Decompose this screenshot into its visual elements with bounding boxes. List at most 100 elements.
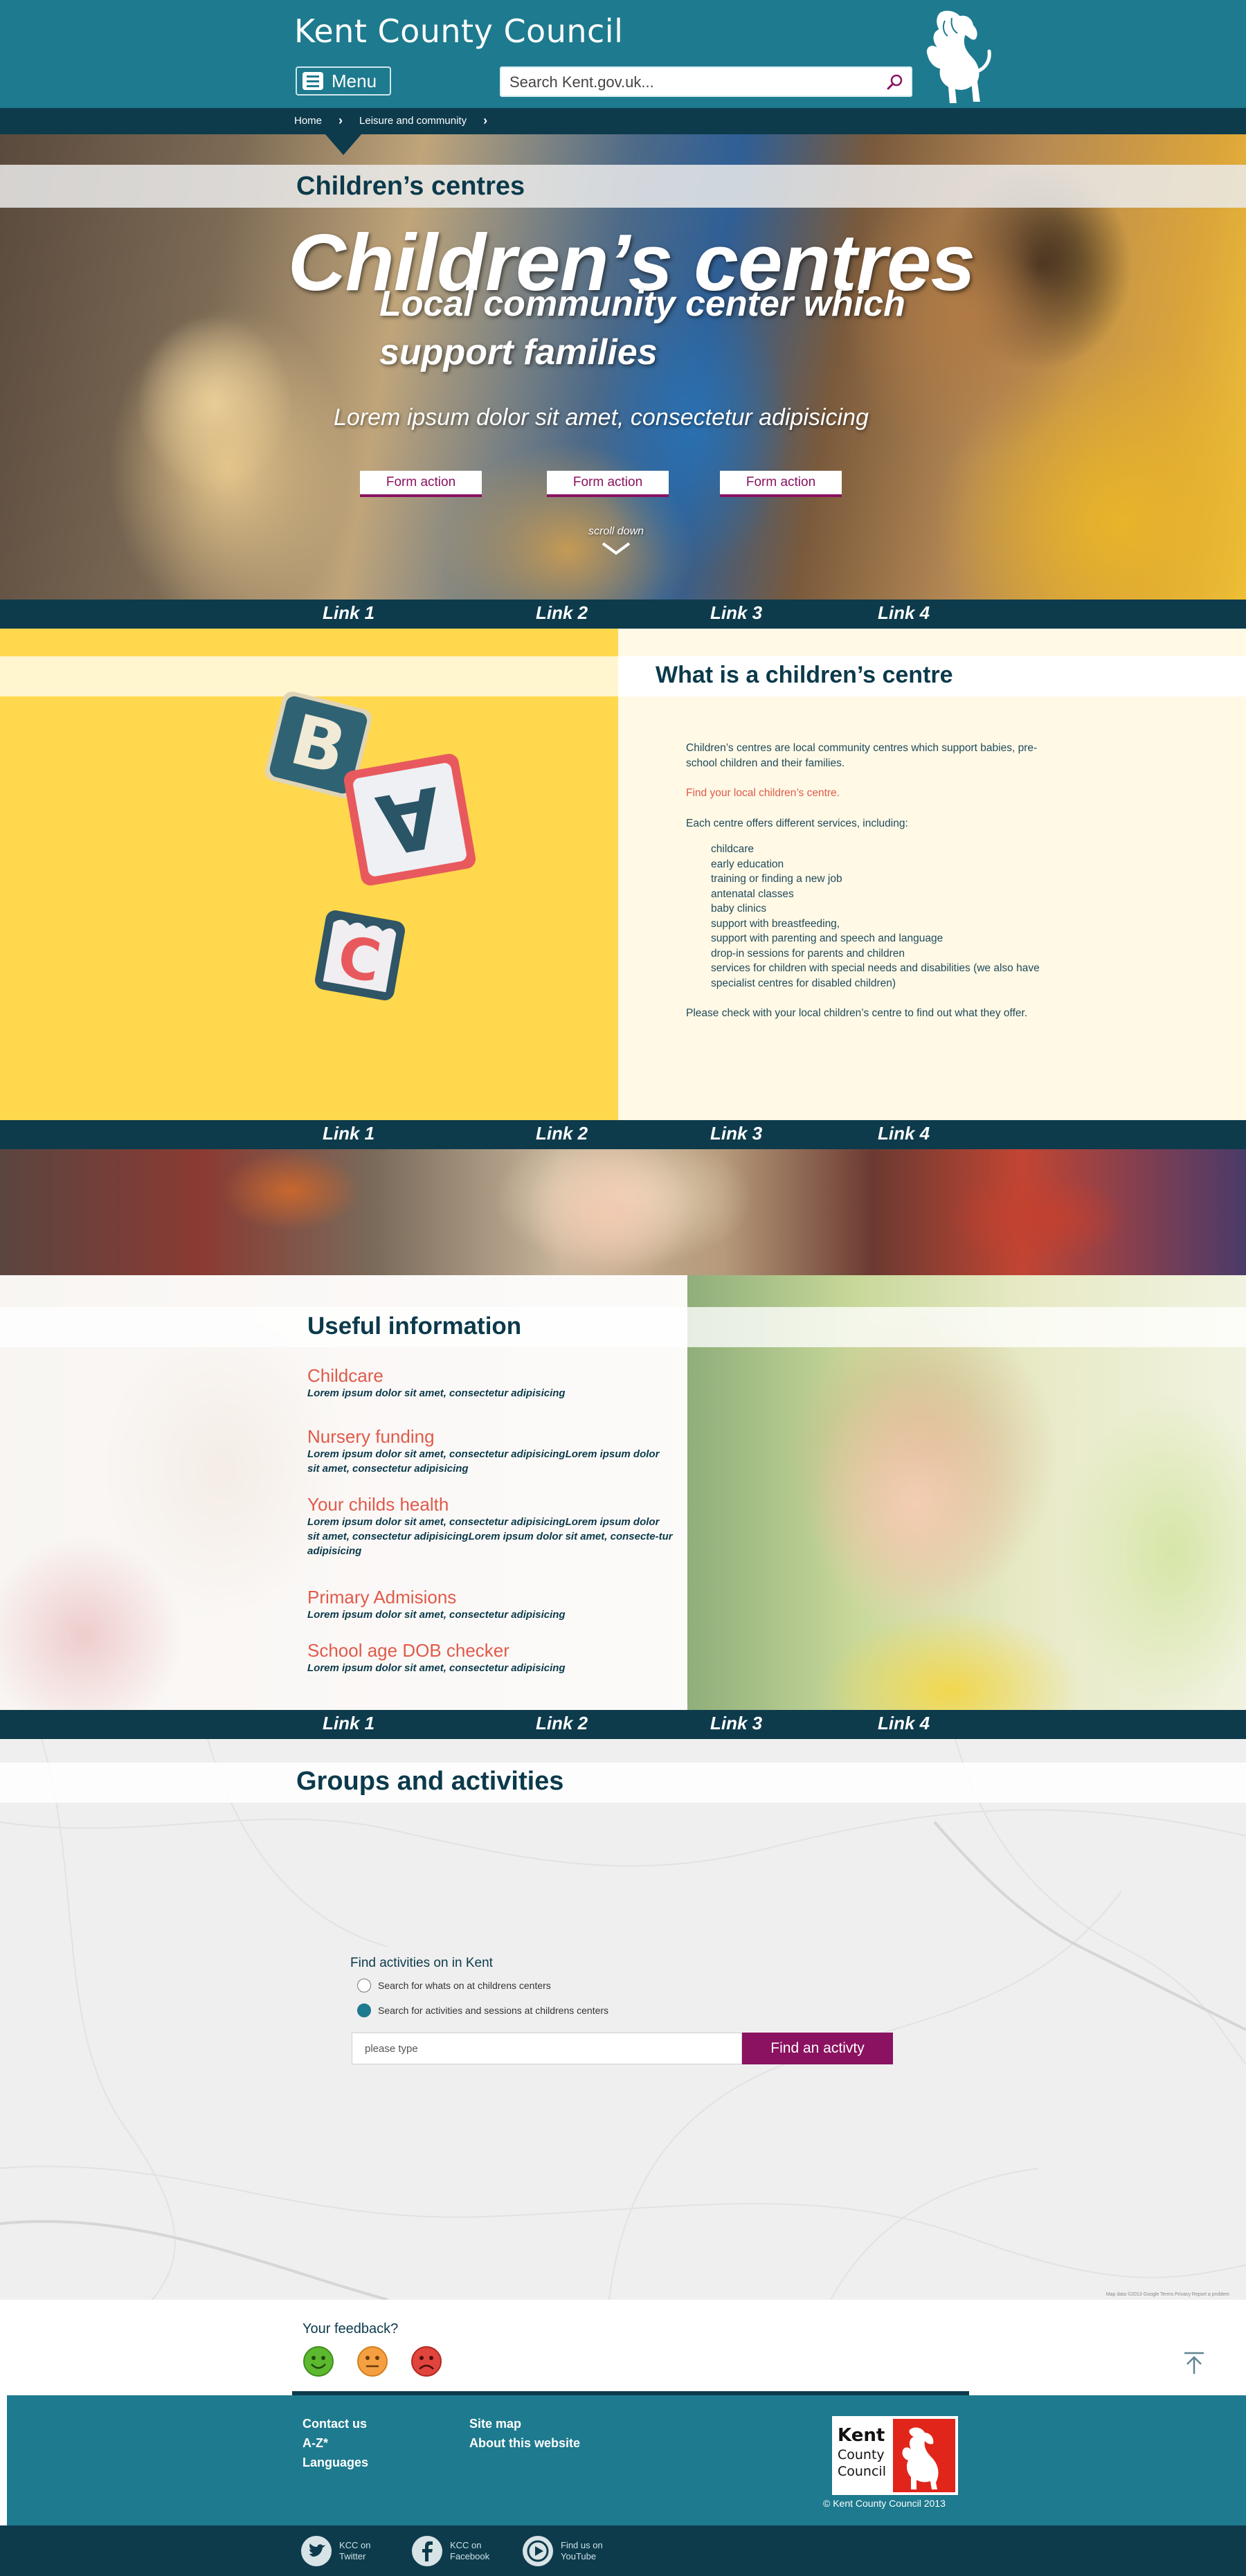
item-description: Lorem ipsum dolor sit amet, consectetur … [307, 1448, 660, 1475]
breadcrumb-bar: Home › Leisure and community › [0, 108, 1246, 134]
a-z-link[interactable]: A-Z* [303, 2436, 328, 2451]
facebook-link[interactable]: KCC on Facebook [411, 2535, 489, 2567]
radio-activities[interactable]: Search for activities and sessions at ch… [357, 2003, 608, 2017]
page-title: Children’s centres [296, 172, 525, 201]
map-attribution[interactable]: Map data ©2013 Google Terms Privacy Repo… [1106, 2292, 1229, 2297]
happy-face-icon[interactable] [303, 2345, 334, 2377]
contact-us-link[interactable]: Contact us [303, 2417, 367, 2431]
list-item: School age DOB checker Lorem ipsum dolor… [307, 1640, 674, 1675]
abc-blocks-illustration: B A C [0, 629, 618, 1120]
breadcrumb-home[interactable]: Home [294, 115, 322, 127]
back-to-top-icon[interactable] [1180, 2349, 1208, 2377]
hero-subheading: Local community center which support fam… [379, 284, 905, 372]
facebook-icon [412, 2536, 442, 2566]
link-1[interactable]: Link 1 [323, 1713, 374, 1734]
social-line-2: YouTube [561, 2551, 597, 2561]
chevron-right-icon: › [338, 114, 343, 127]
item-description: Lorem ipsum dolor sit amet, consectetur … [307, 1387, 566, 1399]
radio-button-selected[interactable] [357, 2003, 371, 2017]
youtube-link[interactable]: Find us on YouTube [522, 2535, 603, 2567]
link-4[interactable]: Link 4 [878, 602, 930, 624]
link-4[interactable]: Link 4 [878, 1713, 930, 1734]
chevron-right-icon: › [483, 114, 488, 127]
form-action-button-2[interactable]: Form action [547, 471, 669, 497]
list-item: Primary Admisions Lorem ipsum dolor sit … [307, 1587, 674, 1622]
breadcrumb: Home › Leisure and community › [294, 114, 496, 128]
childs-health-link[interactable]: Your childs health [307, 1494, 674, 1515]
list-item: antenatal classes [711, 888, 794, 900]
list-item: drop-in sessions for parents and childre… [711, 947, 905, 960]
primary-admissions-link[interactable]: Primary Admisions [307, 1587, 674, 1607]
link-2[interactable]: Link 2 [536, 1713, 588, 1734]
form-action-button-3[interactable]: Form action [720, 471, 842, 497]
link-1[interactable]: Link 1 [323, 602, 374, 624]
link-3[interactable]: Link 3 [710, 1713, 762, 1734]
hero-banner: Children’s centres Children’s centres Lo… [0, 134, 1246, 600]
radio-label: Search for whats on at childrens centers [378, 1980, 551, 1991]
link-1[interactable]: Link 1 [323, 1123, 374, 1144]
about-website-link[interactable]: About this website [469, 2436, 580, 2451]
link-2[interactable]: Link 2 [536, 1123, 588, 1144]
sad-face-icon[interactable] [410, 2345, 442, 2377]
scroll-down-button[interactable]: scroll down [575, 525, 658, 556]
what-is-intro: Children’s centres are local community c… [686, 742, 1038, 769]
breadcrumb-leisure[interactable]: Leisure and community [359, 115, 467, 127]
social-bar: KCC on Twitter KCC on Facebook Find us on Y… [0, 2525, 1246, 2576]
radio-whats-on[interactable]: Search for whats on at childrens centers [357, 1979, 551, 1992]
list-item: Nursery funding Lorem ipsum dolor sit am… [307, 1426, 674, 1476]
childcare-link[interactable]: Childcare [307, 1365, 674, 1386]
search-box [500, 66, 912, 97]
list-item: childcare [711, 843, 755, 855]
site-header: Kent County Council Menu [0, 0, 1246, 108]
radio-button[interactable] [357, 1979, 371, 1992]
form-action-button-1[interactable]: Form action [360, 471, 482, 497]
find-activity-button[interactable]: Find an activty [742, 2033, 893, 2064]
dob-checker-link[interactable]: School age DOB checker [307, 1640, 674, 1661]
logo-word-county: County [838, 2447, 885, 2462]
twitter-link[interactable]: KCC on Twitter [300, 2535, 371, 2567]
link-2[interactable]: Link 2 [536, 602, 588, 624]
link-bar-1: Link 1 Link 2 Link 3 Link 4 [0, 600, 1246, 629]
logo-word-council: Council [838, 2464, 886, 2479]
search-input[interactable] [509, 72, 869, 93]
site-map-link[interactable]: Site map [469, 2417, 521, 2431]
hamburger-icon [303, 72, 323, 90]
social-line-1: Find us on [561, 2540, 603, 2550]
menu-label: Menu [332, 70, 377, 91]
list-item: Childcare Lorem ipsum dolor sit amet, co… [307, 1365, 674, 1400]
list-item: services for children with special needs… [711, 962, 1040, 989]
services-intro: Each centre offers different services, i… [686, 817, 908, 829]
useful-information-heading: Useful information [307, 1313, 522, 1340]
groups-map[interactable]: Groups and activities Find activities on… [0, 1739, 1246, 2300]
social-line-1: KCC on [339, 2540, 371, 2550]
link-bar-3: Link 1 Link 2 Link 3 Link 4 [0, 1710, 1246, 1739]
twitter-icon [301, 2536, 332, 2566]
list-item: Your childs health Lorem ipsum dolor sit… [307, 1494, 674, 1558]
abc-blocks-image: B A C [264, 691, 476, 1000]
link-3[interactable]: Link 3 [710, 602, 762, 624]
copyright-text: © Kent County Council 2013 [823, 2498, 946, 2509]
site-title[interactable]: Kent County Council [294, 12, 623, 50]
link-3[interactable]: Link 3 [710, 1123, 762, 1144]
menu-button[interactable]: Menu [296, 66, 391, 96]
languages-link[interactable]: Languages [303, 2456, 368, 2470]
activity-search-input[interactable] [352, 2033, 742, 2064]
useful-heading-band [0, 1307, 1246, 1347]
radio-label: Search for activities and sessions at ch… [378, 2005, 609, 2016]
search-icon[interactable] [886, 73, 904, 91]
find-local-centre-link[interactable]: Find your local children’s centre. [686, 787, 840, 799]
list-item: early education [711, 858, 784, 870]
youtube-icon [523, 2536, 553, 2566]
neutral-face-icon[interactable] [356, 2345, 388, 2377]
what-is-section: What is a children’s centre Children’s c… [618, 629, 1246, 1120]
link-4[interactable]: Link 4 [878, 1123, 930, 1144]
social-line-1: KCC on [450, 2540, 482, 2550]
groups-heading-band [0, 1763, 1246, 1803]
nursery-funding-link[interactable]: Nursery funding [307, 1426, 674, 1447]
site-footer: Contact us A-Z* Languages Site map About… [7, 2395, 1246, 2525]
link-bar-2: Link 1 Link 2 Link 3 Link 4 [0, 1120, 1246, 1149]
kent-horse-logo[interactable] [903, 6, 1007, 109]
kent-county-council-logo[interactable]: Kent County Council [832, 2416, 958, 2495]
feedback-label: Your feedback? [303, 2321, 399, 2336]
list-item: training or finding a new job [711, 873, 842, 885]
